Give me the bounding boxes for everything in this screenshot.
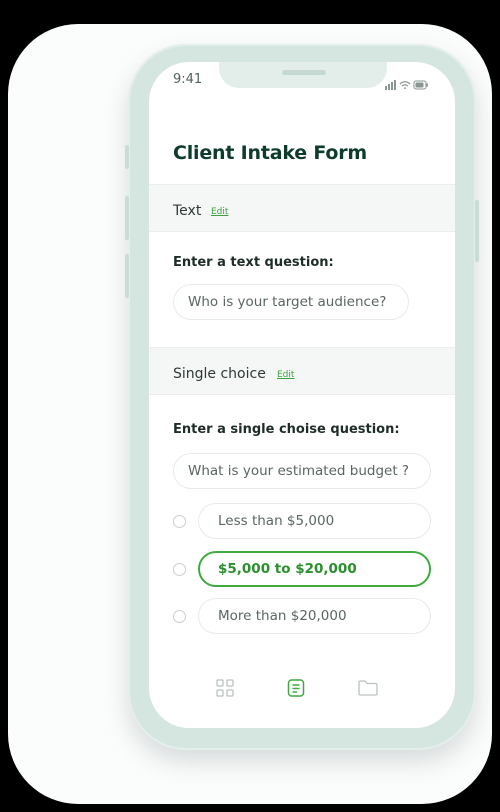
page-title: Client Intake Form xyxy=(173,142,368,164)
radio-option-1[interactable] xyxy=(173,515,186,528)
speaker xyxy=(282,70,326,75)
choice-option-1[interactable]: Less than $5,000 xyxy=(198,503,431,539)
question-label: Enter a single choise question: xyxy=(173,422,400,437)
silent-switch xyxy=(125,145,129,169)
text-question-input[interactable]: Who is your target audience? xyxy=(173,284,409,320)
question-label: Enter a text question: xyxy=(173,255,334,270)
section-type-label: Single choice xyxy=(173,366,266,382)
edit-text-section-link[interactable]: Edit xyxy=(211,207,228,217)
volume-up-button xyxy=(125,196,129,240)
single-choice-question-input[interactable]: What is your estimated budget ? xyxy=(173,453,431,489)
status-time: 9:41 xyxy=(173,72,203,87)
battery-icon xyxy=(413,80,428,90)
power-button xyxy=(475,200,479,262)
choice-option-2[interactable]: $5,000 to $20,000 xyxy=(198,551,431,587)
choice-option-3[interactable]: More than $20,000 xyxy=(198,598,431,634)
scene: 9:41 Client Intake Form Text Edit Enter … xyxy=(0,0,500,812)
grid-icon[interactable] xyxy=(215,678,235,702)
folder-icon[interactable] xyxy=(357,678,379,702)
phone-screen: 9:41 Client Intake Form Text Edit Enter … xyxy=(149,62,455,728)
notch xyxy=(219,62,387,88)
status-icons xyxy=(385,75,429,94)
document-icon[interactable] xyxy=(286,678,306,702)
radio-option-3[interactable] xyxy=(173,610,186,623)
volume-down-button xyxy=(125,254,129,298)
section-type-label: Text xyxy=(173,203,202,219)
edit-single-choice-section-link[interactable]: Edit xyxy=(277,370,294,380)
wifi-icon xyxy=(399,81,411,90)
radio-option-2[interactable] xyxy=(173,563,186,576)
signal-icon xyxy=(385,80,396,90)
